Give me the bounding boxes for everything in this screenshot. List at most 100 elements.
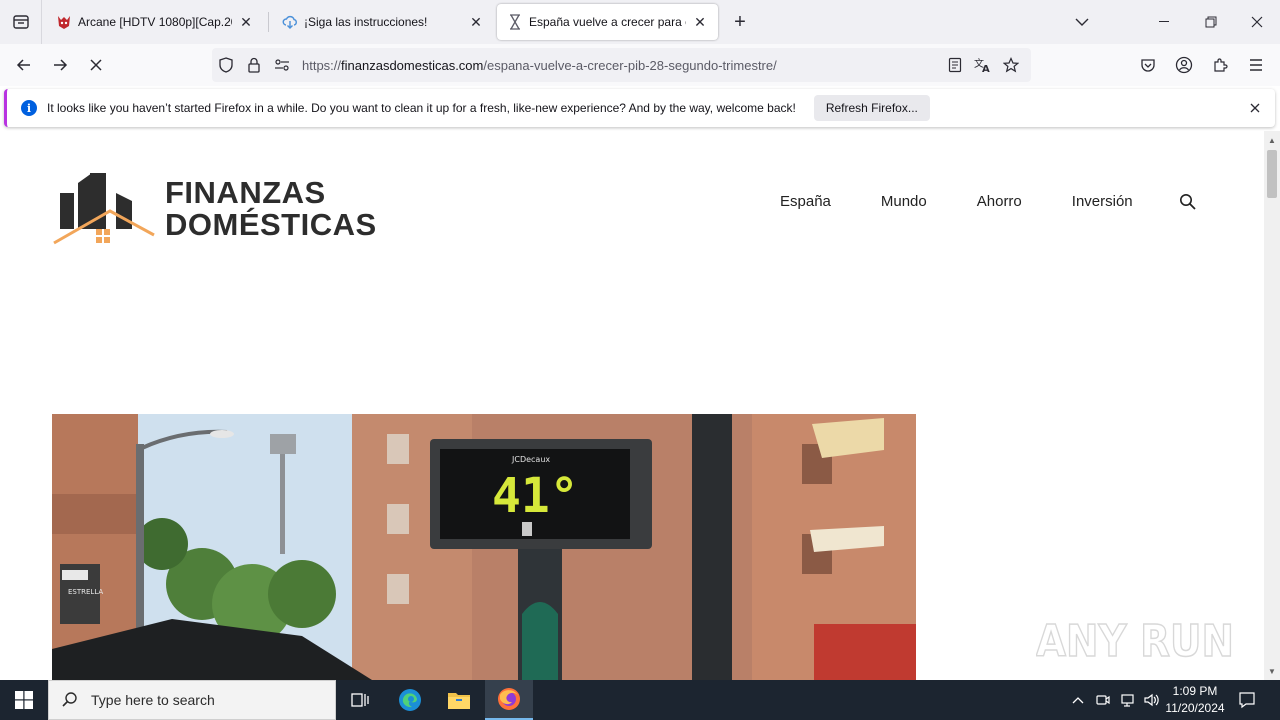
restore-window-button[interactable] xyxy=(1188,0,1234,44)
pocket-button[interactable] xyxy=(1132,49,1164,81)
app-menu-button[interactable] xyxy=(1240,49,1272,81)
tab-espana-pib-active[interactable]: España vuelve a crecer para el PIB ✕ xyxy=(497,4,718,40)
back-button[interactable] xyxy=(8,49,40,81)
clock-time: 1:09 PM xyxy=(1172,684,1218,698)
task-view-icon xyxy=(351,693,369,707)
meet-now-icon xyxy=(1096,695,1110,705)
reader-view-icon[interactable] xyxy=(941,48,969,82)
tracking-protection-shield-icon[interactable] xyxy=(212,48,240,82)
lock-icon[interactable] xyxy=(240,48,268,82)
search-icon xyxy=(1180,194,1196,210)
account-icon xyxy=(1175,56,1193,74)
account-button[interactable] xyxy=(1168,49,1200,81)
taskbar-firefox-button[interactable] xyxy=(485,680,533,720)
tab-instructions[interactable]: ¡Siga las instrucciones! ✕ xyxy=(272,4,494,40)
url-path: /espana-vuelve-a-crecer-pib-28-segundo-t… xyxy=(483,57,777,73)
notification-chat-icon xyxy=(1239,692,1255,709)
taskbar-search-placeholder: Type here to search xyxy=(91,692,215,708)
forward-button[interactable] xyxy=(44,49,76,81)
close-icon xyxy=(1250,103,1260,113)
folder-icon xyxy=(448,693,470,709)
tab-title: España vuelve a crecer para el PIB xyxy=(529,15,686,29)
edge-browser-icon xyxy=(399,689,421,711)
scrollbar-thumb[interactable] xyxy=(1267,150,1277,198)
nav-link-mundo[interactable]: Mundo xyxy=(881,193,927,210)
shop-sign-text: ESTRELLA xyxy=(68,588,103,596)
windows-logo-icon xyxy=(15,691,33,709)
loading-hourglass-icon xyxy=(507,14,523,30)
translate-icon[interactable]: 文A xyxy=(969,48,997,82)
plus-icon: + xyxy=(734,10,746,33)
stop-x-icon xyxy=(90,59,102,71)
firefox-view-icon xyxy=(12,15,29,29)
new-tab-button[interactable]: + xyxy=(728,8,752,36)
site-search-button[interactable] xyxy=(1179,193,1199,213)
speaker-icon xyxy=(1144,693,1159,707)
url-bar[interactable]: https://finanzasdomesticas.com/espana-vu… xyxy=(212,48,1031,82)
tab-title: ¡Siga las instrucciones! xyxy=(304,15,428,29)
bookmark-star-icon[interactable] xyxy=(997,48,1025,82)
puzzle-piece-icon xyxy=(1214,58,1228,72)
url-scheme: https:// xyxy=(302,57,342,73)
extensions-button[interactable] xyxy=(1204,49,1236,81)
vertical-scrollbar[interactable]: ▲ ▼ xyxy=(1264,131,1280,680)
anyrun-logo-icon: ANY RUN xyxy=(1035,615,1235,668)
refresh-firefox-button[interactable]: Refresh Firefox... xyxy=(813,95,930,121)
scroll-down-arrow-icon[interactable]: ▼ xyxy=(1267,666,1277,676)
notification-message: It looks like you haven’t started Firefo… xyxy=(47,101,796,115)
tab-close-icon[interactable]: ✕ xyxy=(692,14,708,30)
nav-link-inversion[interactable]: Inversión xyxy=(1072,193,1133,210)
taskbar-search-box[interactable]: Type here to search xyxy=(48,680,336,720)
arrow-right-icon xyxy=(54,59,68,71)
site-navigation: España Mundo Ahorro Inversión xyxy=(780,193,1133,210)
taskbar-edge-button[interactable] xyxy=(386,680,434,720)
permissions-icon[interactable] xyxy=(268,48,296,82)
cloud-download-favicon-icon xyxy=(282,14,298,30)
hamburger-menu-icon xyxy=(1250,59,1262,71)
start-button[interactable] xyxy=(0,680,48,720)
display-brand-text: JCDecaux xyxy=(511,455,550,464)
site-logo[interactable]: FINANZAS DOMÉSTICAS xyxy=(52,171,382,246)
tab-strip: Arcane [HDTV 1080p][Cap.205] | ✕ ¡Siga l… xyxy=(0,0,1280,44)
tray-app-icon[interactable] xyxy=(1092,680,1114,720)
svg-text:A: A xyxy=(982,64,990,73)
street-thermometer-photo: ESTRELLA JCDecaux 41° xyxy=(52,414,916,680)
tab-close-icon[interactable]: ✕ xyxy=(238,14,254,30)
firefox-icon xyxy=(498,688,520,710)
nav-link-espana[interactable]: España xyxy=(780,193,831,210)
logo-wordmark: FINANZAS DOMÉSTICAS xyxy=(165,177,377,241)
stop-loading-button[interactable] xyxy=(80,49,112,81)
logo-buildings-icon xyxy=(53,173,155,245)
pocket-icon xyxy=(1141,59,1155,72)
anyrun-watermark: ANY RUN xyxy=(1035,606,1236,672)
restore-icon xyxy=(1205,16,1217,28)
nav-link-ahorro[interactable]: Ahorro xyxy=(977,193,1022,210)
minimize-window-button[interactable] xyxy=(1142,0,1188,44)
url-domain: finanzasdomesticas.com xyxy=(341,57,484,73)
tab-title: Arcane [HDTV 1080p][Cap.205] | xyxy=(78,15,232,29)
action-center-button[interactable] xyxy=(1232,680,1262,720)
tab-close-icon[interactable]: ✕ xyxy=(468,14,484,30)
list-all-tabs-button[interactable] xyxy=(1070,10,1094,34)
network-status-button[interactable] xyxy=(1116,680,1138,720)
close-notification-button[interactable] xyxy=(1247,100,1263,116)
close-icon xyxy=(1251,16,1263,28)
close-window-button[interactable] xyxy=(1234,0,1280,44)
temperature-reading-text: 41° xyxy=(492,468,579,524)
tab-arcane[interactable]: Arcane [HDTV 1080p][Cap.205] | ✕ xyxy=(46,4,264,40)
scroll-up-arrow-icon[interactable]: ▲ xyxy=(1267,135,1277,145)
task-view-button[interactable] xyxy=(336,680,384,720)
volume-button[interactable] xyxy=(1140,680,1162,720)
chevron-up-icon xyxy=(1072,697,1084,704)
article-hero-image: ESTRELLA JCDecaux 41° xyxy=(52,414,916,680)
info-icon: i xyxy=(21,100,37,116)
search-icon xyxy=(62,692,77,707)
show-hidden-icons-button[interactable] xyxy=(1068,680,1088,720)
tab-divider xyxy=(268,12,269,32)
logo-line-1: FINANZAS xyxy=(165,175,326,210)
clock-date: 11/20/2024 xyxy=(1165,701,1225,715)
taskbar-clock[interactable]: 1:09 PM 11/20/2024 xyxy=(1160,683,1230,717)
url-text[interactable]: https://finanzasdomesticas.com/espana-vu… xyxy=(302,58,941,73)
firefox-view-button[interactable] xyxy=(0,0,42,44)
taskbar-file-explorer-button[interactable] xyxy=(435,680,483,720)
